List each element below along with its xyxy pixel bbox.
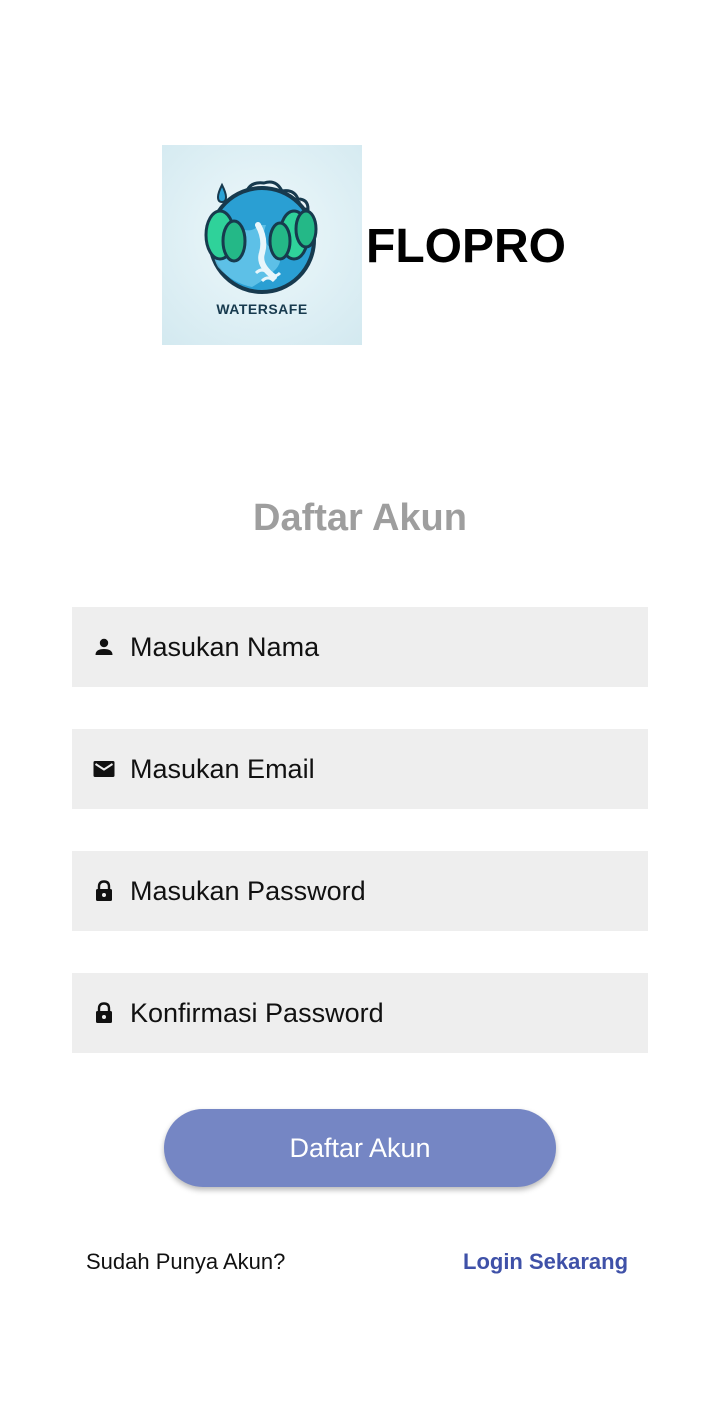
name-input[interactable]: Masukan Nama <box>72 607 648 687</box>
page-title: Daftar Akun <box>253 497 467 539</box>
confirm-password-input[interactable]: Konfirmasi Password <box>72 973 648 1053</box>
person-icon <box>92 635 116 659</box>
password-input[interactable]: Masukan Password <box>72 851 648 931</box>
mail-icon <box>92 757 116 781</box>
email-input[interactable]: Masukan Email <box>72 729 648 809</box>
confirm-password-input-placeholder: Konfirmasi Password <box>130 997 384 1028</box>
app-logo: WATERSAFE <box>162 145 362 345</box>
logo-wordmark: WATERSAFE <box>216 301 308 317</box>
email-input-placeholder: Masukan Email <box>130 753 315 784</box>
have-account-text: Sudah Punya Akun? <box>86 1249 286 1274</box>
name-input-placeholder: Masukan Nama <box>130 631 320 662</box>
password-input-placeholder: Masukan Password <box>130 875 366 906</box>
app-name: FLOPRO <box>366 220 566 273</box>
lock-icon <box>92 879 116 903</box>
register-button[interactable]: Daftar Akun <box>164 1109 556 1187</box>
lock-icon <box>92 1001 116 1025</box>
login-now-link[interactable]: Login Sekarang <box>463 1248 628 1276</box>
